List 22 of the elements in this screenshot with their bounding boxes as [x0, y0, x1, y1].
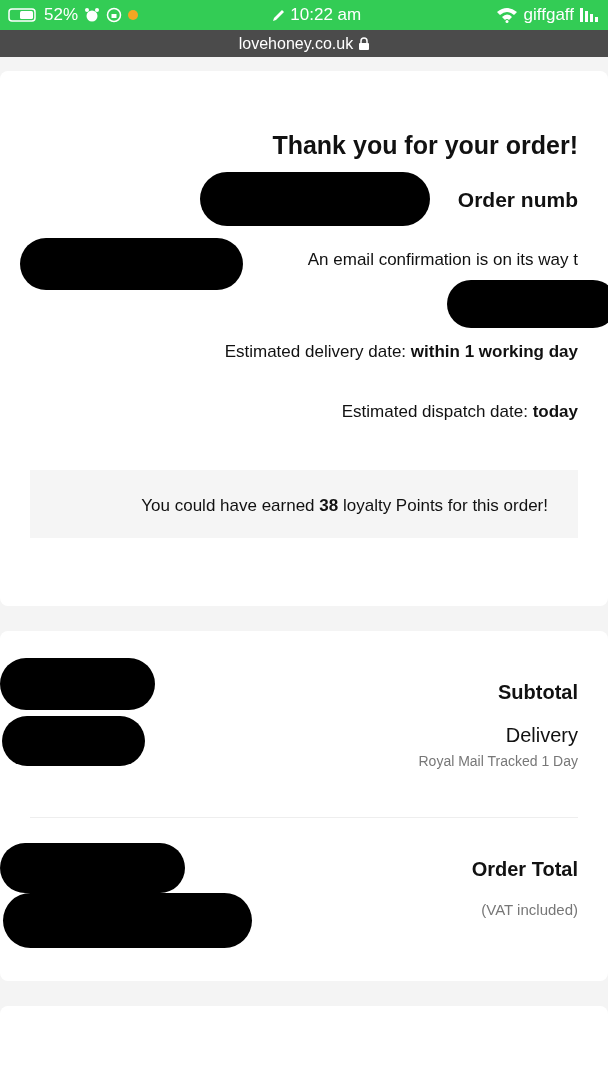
delivery-date: Estimated delivery date: within 1 working day [224, 342, 578, 362]
thank-you-heading: Thank you for your order! [272, 131, 578, 160]
carrier-name: giffgaff [523, 5, 574, 25]
dot-icon [128, 10, 139, 20]
signal-icon [580, 8, 600, 22]
lock-icon [359, 37, 370, 50]
order-total-label: Order Total [471, 858, 578, 881]
summary-label: Subtotal [498, 681, 578, 704]
address-bar[interactable]: lovehoney.co.uk [0, 30, 608, 57]
url-text: lovehoney.co.uk [238, 34, 354, 53]
battery-percent: 52% [44, 5, 79, 25]
summary-label: Delivery [505, 724, 578, 747]
battery-icon [8, 8, 38, 22]
summary-sublabel: Royal Mail Tracked 1 Day [418, 753, 578, 769]
clock-time: 10:22 am [290, 5, 362, 25]
dispatch-date: Estimated dispatch date: today [341, 402, 578, 422]
loyalty-message: You could have earned 38 loyalty Points for this order! [141, 495, 548, 517]
wifi-icon [495, 7, 518, 23]
order-number-label: Order numb [457, 188, 578, 212]
lock-rotation-icon [106, 7, 123, 23]
email-notice: An email confirmation is on its way t [307, 250, 578, 270]
vat-note: (VAT included) [481, 901, 578, 918]
